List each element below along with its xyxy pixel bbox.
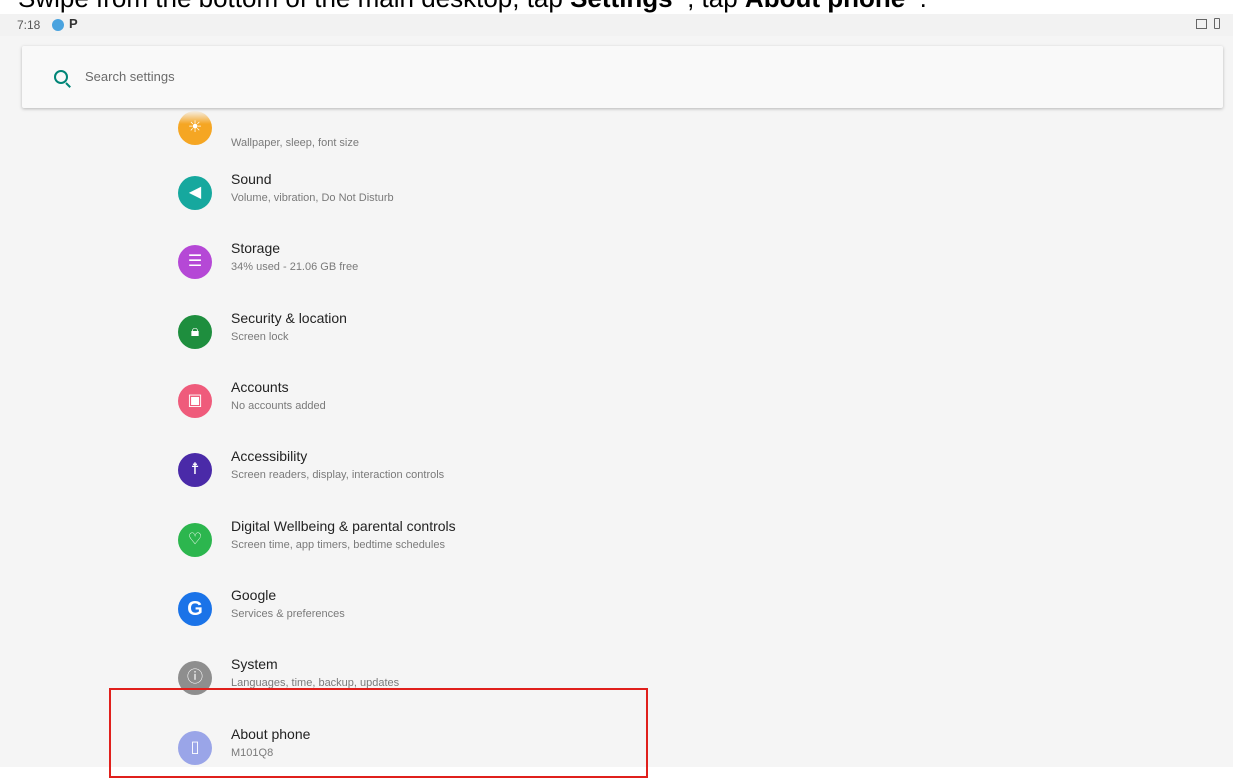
settings-item-subtitle: Screen time, app timers, bedtime schedul…	[231, 539, 445, 551]
settings-item-title: System	[231, 656, 278, 672]
settings-screen: 7:18 P ☀ Wallpaper, sleep, font size ◀ S…	[0, 14, 1233, 767]
settings-item-accounts[interactable]: ▣ Accounts No accounts added	[178, 378, 1078, 434]
settings-item-subtitle: Services & preferences	[231, 608, 345, 620]
settings-item-storage[interactable]: ☰ Storage 34% used - 21.06 GB free	[178, 239, 1078, 295]
list-fade	[0, 110, 1233, 124]
status-bar: 7:18 P	[0, 14, 1233, 36]
instruction-about-phone: About phone	[745, 0, 905, 13]
settings-item-google[interactable]: G Google Services & preferences	[178, 586, 1078, 642]
settings-item-security[interactable]: 🔒︎ Security & location Screen lock	[178, 309, 1078, 365]
settings-item-title: Sound	[231, 171, 272, 187]
instruction-text-mid: , tap	[673, 0, 745, 13]
settings-item-title: Google	[231, 587, 277, 603]
instruction-text: Swipe from the bottom of the main deskto…	[18, 0, 570, 13]
settings-item-subtitle: No accounts added	[231, 400, 326, 412]
wellbeing-icon: ♡	[178, 523, 212, 557]
sync-icon	[52, 19, 64, 31]
volume-icon: ◀	[178, 176, 212, 210]
settings-item-subtitle: 34% used - 21.06 GB free	[231, 261, 359, 273]
settings-item-subtitle: Screen lock	[231, 331, 289, 343]
instruction-text-post: .	[905, 0, 927, 13]
search-bar[interactable]: Search settings	[22, 46, 1223, 108]
settings-item-title: Accounts	[231, 379, 289, 395]
battery-icon	[1214, 18, 1220, 29]
google-icon: G	[178, 592, 212, 626]
accessibility-icon: ☨	[178, 453, 212, 487]
settings-item-title: Storage	[231, 240, 281, 256]
settings-item-digital-wellbeing[interactable]: ♡ Digital Wellbeing & parental controls …	[178, 517, 1078, 573]
settings-item-subtitle: Screen readers, display, interaction con…	[231, 469, 445, 481]
storage-icon: ☰	[178, 245, 212, 279]
search-icon	[54, 70, 68, 84]
settings-item-title: Security & location	[231, 310, 347, 326]
settings-item-title: Digital Wellbeing & parental controls	[231, 518, 456, 534]
account-icon: ▣	[178, 384, 212, 418]
nfc-icon	[1196, 19, 1207, 29]
lock-icon: 🔒︎	[178, 315, 212, 349]
settings-item-accessibility[interactable]: ☨ Accessibility Screen readers, display,…	[178, 447, 1078, 503]
instruction-caption: Swipe from the bottom of the main deskto…	[18, 0, 927, 14]
settings-item-subtitle: Volume, vibration, Do Not Disturb	[231, 192, 394, 204]
instruction-settings: Settings	[570, 0, 673, 13]
notification-icon: P	[69, 16, 78, 31]
search-input[interactable]: Search settings	[85, 69, 175, 84]
highlight-about-phone	[109, 688, 648, 778]
clock: 7:18	[17, 18, 41, 32]
settings-item-sound[interactable]: ◀ Sound Volume, vibration, Do Not Distur…	[178, 170, 1078, 226]
settings-item-title: Accessibility	[231, 448, 308, 464]
settings-item-subtitle: Wallpaper, sleep, font size	[231, 137, 359, 149]
